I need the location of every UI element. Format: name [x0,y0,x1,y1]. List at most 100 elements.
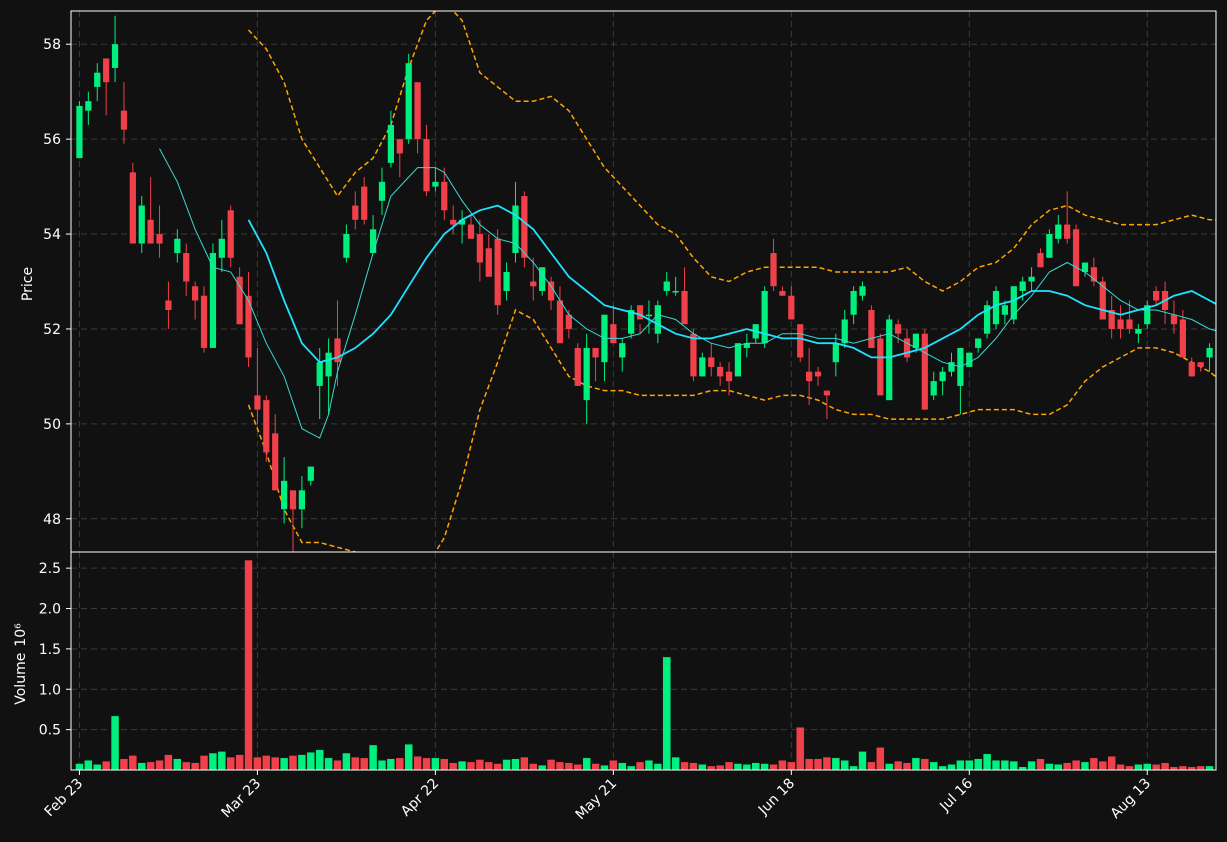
candle-body [272,433,279,491]
price-tick-label: 54 [43,227,61,243]
candle-body [1206,347,1213,358]
volume-bar [84,760,93,771]
candle-body [761,290,768,344]
candle-body [859,286,866,296]
volume-bar [360,757,369,771]
candle-body [120,110,128,130]
volume-bar [413,756,422,771]
candle-body [921,333,928,410]
volume-bar [707,765,716,771]
candle-body [316,362,323,386]
candle-body [592,347,599,358]
volume-bar [511,758,520,771]
volume-bar [796,727,805,771]
candle-body [289,490,297,510]
volume-bar [1009,760,1018,771]
volume-bar [217,751,226,771]
candle-body [129,172,136,244]
volume-bar [173,758,182,771]
candle-body [788,295,795,320]
candle-body [708,357,715,367]
candle-body [227,210,234,258]
candle-body [1153,290,1160,301]
volume-bar [849,765,858,771]
candle-body [236,276,243,325]
volume-bar [351,756,360,771]
volume-tick-label: 1.0 [39,682,61,698]
volume-bar [342,752,351,771]
volume-bar [644,760,654,771]
volume-bar [155,760,164,771]
volume-bar [279,757,289,771]
candle-body [894,324,902,334]
volume-bar [591,763,600,771]
candle-body [1001,305,1009,315]
volume-tick-label: 1.5 [39,642,61,658]
volume-bar [164,754,173,771]
volume-bar [431,757,440,771]
volume-bar [582,757,591,771]
price-tick-label: 56 [43,132,61,148]
candle-body [174,238,181,254]
candle-body [441,181,448,211]
candle-body [530,281,537,287]
candle-body [912,333,920,348]
candle-body [1170,314,1178,325]
price-tick-label: 48 [43,512,61,528]
candle-body [886,319,893,401]
candle-body [485,248,492,277]
volume-bar [333,760,342,771]
volume-bar [146,761,155,771]
candle-body [645,314,653,317]
volume-bar [769,764,778,771]
volume-bar [1027,760,1036,771]
volume-bar [627,765,636,771]
candle-body [672,290,679,293]
volume-bar [573,764,582,771]
volume-bar [466,761,476,771]
volume-bar [1143,763,1152,771]
volume-tick-label: 2.0 [39,602,61,618]
volume-bar [1116,764,1125,771]
candle-body [147,219,154,244]
volume-bar [226,756,235,771]
candle-body [254,395,261,410]
volume-bar [1080,761,1090,771]
candle-body [574,347,581,386]
volume-bar [422,757,431,771]
candle-body [583,347,590,401]
volume-bar [1107,756,1116,771]
volume-bar [920,758,929,771]
candle-body [690,333,697,377]
candle-body [263,400,270,453]
volume-bar [1054,764,1063,771]
candle-body [378,181,386,201]
volume-bar [395,757,404,771]
candle-body [797,324,804,358]
candle-body [1197,362,1204,367]
volume-bar [368,744,378,771]
volume-bar [911,757,921,771]
candle-body [877,338,884,396]
volume-bar [555,761,565,771]
volume-bar [1036,758,1045,771]
volume-bar [324,757,333,771]
volume-bar [386,758,396,771]
candle-body [1179,319,1186,358]
volume-bar [804,758,814,771]
volume-bar [128,755,137,771]
candle-body [138,205,145,244]
volume-bar [1196,765,1205,771]
volume-bar [680,761,689,771]
volume-bar [235,754,244,771]
candle-body [405,63,412,140]
volume-bar [137,762,146,771]
candle-body [200,295,208,348]
volume-bar [119,758,129,771]
volume-bar [404,743,413,771]
volume-bar [938,765,947,771]
candle-body [85,101,92,111]
volume-bar [974,758,983,771]
volume-bar [93,764,102,771]
volume-bar [929,761,938,771]
